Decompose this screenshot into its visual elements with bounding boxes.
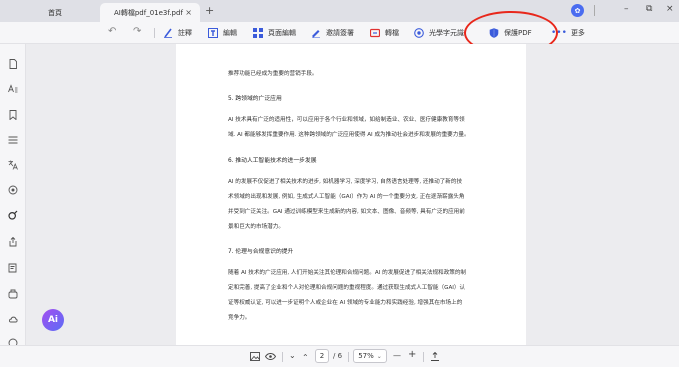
paragraph-line: AI 的发展不仅促进了相关技术的进步, 如机器学习, 深度学习, 自然语言处理等…: [228, 179, 463, 185]
undo-button[interactable]: ↶: [108, 26, 116, 37]
page-edit-button[interactable]: 頁面編輯: [253, 26, 296, 40]
page-edit-label: 頁面編輯: [268, 29, 296, 37]
bottom-status-bar: ⌄ ⌃ 2 / 6 57% ⌄ — +: [0, 345, 679, 367]
annotate-button[interactable]: 註釋: [163, 26, 192, 40]
previous-page-button[interactable]: ⌃: [302, 353, 309, 362]
paragraph-line: 术领域的出现和发展, 例如, 生成式人工智能（GAI）作为 AI 的一个重要分支…: [228, 194, 465, 200]
paragraph-line: 随着 AI 技术的广泛应用, 人们开始关注其伦理和合规问题。AI 的发展促进了相…: [228, 270, 467, 276]
paragraph-line: 竞争力。: [228, 315, 251, 321]
paragraph-line: 并受到广泛关注。GAI 通过训练模型来生成新的内容, 如文本、图像、音频等, 具…: [228, 209, 465, 215]
ocr-button[interactable]: 光學字元識: [414, 26, 464, 40]
minimize-button[interactable]: –: [624, 4, 629, 14]
tab-close-icon[interactable]: ×: [185, 8, 192, 17]
title-bar: 首頁 AI轉檔pdf_01e3f.pdf × + ✿ – ⧉ ×: [0, 0, 679, 22]
bookmark-icon[interactable]: [8, 110, 18, 120]
fit-page-icon[interactable]: [430, 352, 440, 362]
section-heading: 5. 跨领域的广泛应用: [228, 96, 282, 102]
chevron-down-icon: ⌄: [376, 352, 382, 360]
paragraph-line: 景和巨大的市场潜力。: [228, 224, 284, 230]
eye-icon[interactable]: [265, 353, 276, 360]
convert-button[interactable]: 轉檔: [370, 26, 399, 40]
edit-button[interactable]: 編輯: [208, 26, 237, 40]
request-sign-button[interactable]: 邀請簽署: [311, 26, 354, 40]
list-icon[interactable]: [8, 135, 18, 145]
tab-document-label: AI轉檔pdf_01e3f.pdf: [114, 8, 183, 17]
tab-document[interactable]: AI轉檔pdf_01e3f.pdf ×: [100, 3, 200, 22]
app-logo-icon[interactable]: ✿: [571, 4, 584, 17]
paragraph-line: 证等权威认证, 可以进一步证明个人或企业在 AI 领域的专业能力和实践经验, 增…: [228, 300, 463, 306]
divider: [423, 352, 424, 362]
paragraph-line: 域. AI 都能够发挥重要作用. 这种跨领域的广泛应用使得 AI 成为推动社会进…: [228, 132, 470, 138]
edit-label: 編輯: [223, 29, 237, 37]
divider: [282, 352, 283, 362]
page-icon[interactable]: [8, 59, 18, 69]
paragraph-line: AI 技术具有广泛的适用性，可以应用于各个行业和领域，如给制造业、农业、医疗健康…: [228, 117, 465, 123]
section-heading: 7. 伦理与合规意识的提升: [228, 249, 294, 255]
tab-home[interactable]: 首頁: [48, 3, 88, 22]
text-size-icon[interactable]: [8, 84, 18, 94]
annotate-label: 註釋: [178, 29, 192, 37]
zoom-out-button[interactable]: —: [393, 351, 401, 360]
image-view-icon[interactable]: [250, 352, 260, 361]
paragraph-line: 推荐功能已经成为重要的营销手段。: [228, 71, 318, 77]
divider: [348, 352, 349, 362]
divider: [154, 28, 155, 38]
ai-assistant-button[interactable]: Ai: [42, 309, 64, 331]
close-window-button[interactable]: ×: [666, 4, 674, 14]
settings-icon[interactable]: [8, 185, 18, 195]
total-pages: / 6: [333, 352, 343, 360]
maximize-button[interactable]: ⧉: [646, 4, 652, 14]
section-heading: 6. 推动人工智能技术的进一步发展: [228, 158, 317, 164]
pen-icon: [164, 28, 172, 38]
more-label: 更多: [570, 29, 585, 37]
ocr-icon: [414, 28, 424, 38]
form-icon[interactable]: [8, 263, 18, 273]
convert-label: 轉檔: [385, 29, 399, 37]
document-viewer[interactable]: 推荐功能已经成为重要的营销手段。 5. 跨领域的广泛应用 AI 技术具有广泛的适…: [26, 44, 679, 345]
search-icon[interactable]: [8, 210, 18, 220]
translate-icon[interactable]: [8, 160, 18, 170]
next-page-button[interactable]: ⌄: [289, 351, 296, 360]
pdf-page[interactable]: 推荐功能已经成为重要的营销手段。 5. 跨领域的广泛应用 AI 技术具有广泛的适…: [176, 44, 526, 345]
redo-button[interactable]: ↷: [133, 26, 141, 37]
attachment-icon[interactable]: [8, 237, 18, 247]
zoom-select[interactable]: 57% ⌄: [353, 349, 387, 363]
signature-icon: [312, 30, 320, 38]
ocr-label: 光學字元識: [429, 29, 464, 37]
grid-icon: [253, 28, 263, 38]
zoom-value: 57%: [358, 352, 374, 360]
zoom-in-button[interactable]: +: [408, 349, 416, 360]
left-sidebar: [0, 44, 26, 348]
text-edit-icon: [208, 28, 218, 38]
paragraph-line: 定和完善, 提高了企业和个人对伦理和合规问题的重视程度。通过获取生成式人工智能（…: [228, 285, 466, 291]
main-toolbar: ↶ ↷ 註釋 編輯 頁面編輯 邀請簽署 轉檔 光學字元識 保護PDF ••• 更…: [0, 11, 679, 55]
convert-icon: [370, 28, 380, 38]
cloud-icon[interactable]: [8, 314, 18, 324]
new-tab-button[interactable]: +: [205, 4, 214, 17]
page-number-input[interactable]: 2: [315, 349, 329, 363]
stamp-icon[interactable]: [8, 289, 18, 299]
divider: [594, 5, 595, 16]
request-sign-label: 邀請簽署: [326, 29, 354, 37]
